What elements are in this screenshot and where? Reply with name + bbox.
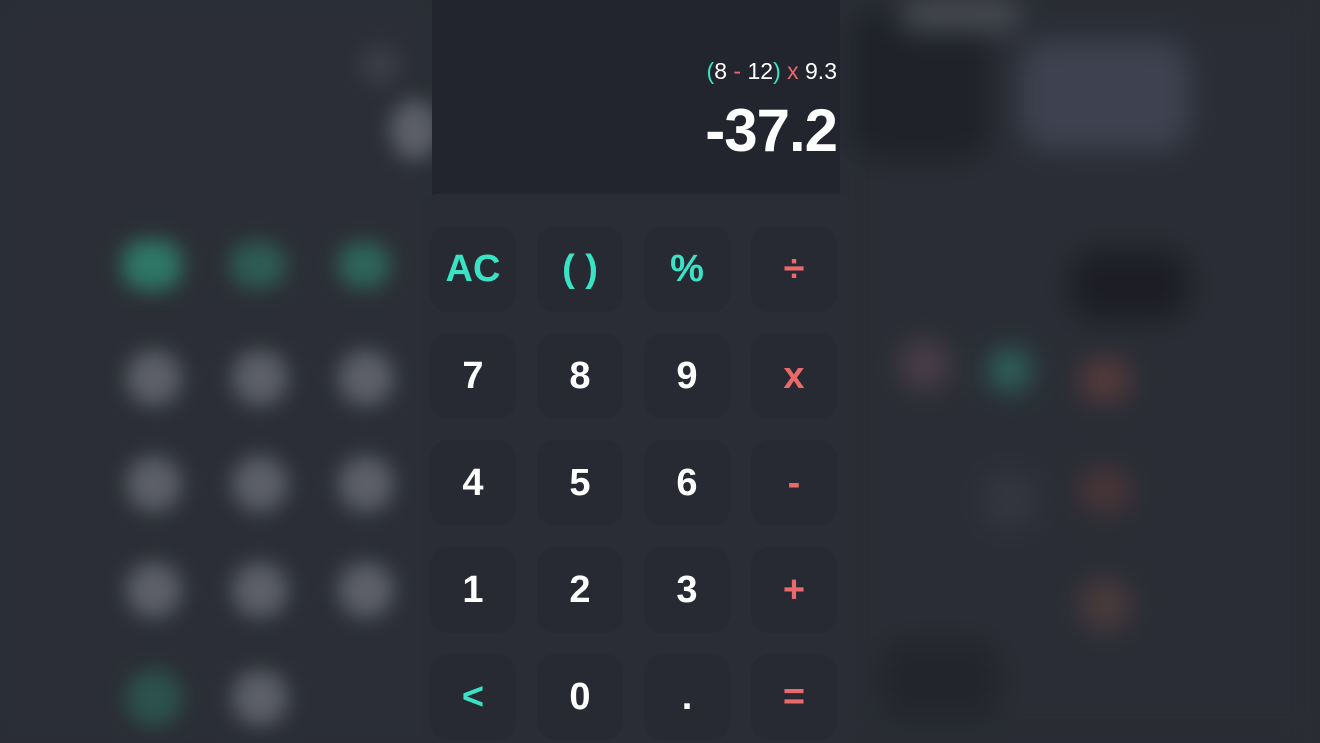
expression-token: 8 [714,58,734,84]
blurred-decoration [900,340,950,390]
blurred-decoration [232,562,288,618]
result-display: -37.2 [705,97,838,164]
calculator: (8 - 12) x 9.3 -37.2 AC ( ) % ÷ 7 8 9 x … [420,0,856,743]
blurred-decoration [1070,250,1190,320]
blurred-decoration [232,456,288,512]
expression-token: x [780,58,799,84]
expression-token: 12 [741,58,774,84]
blurred-decoration [122,240,182,290]
blurred-background-right [840,0,1320,743]
add-button[interactable]: + [751,547,837,633]
digit-9-button[interactable]: 9 [644,333,730,419]
blurred-decoration [126,670,182,726]
blurred-decoration [1080,360,1130,400]
blurred-decoration [126,562,182,618]
decimal-button[interactable]: . [644,654,730,740]
blurred-decoration [338,562,394,618]
digit-8-button[interactable]: 8 [537,333,623,419]
blurred-decoration [338,350,394,406]
expression-token: 9.3 [798,58,837,84]
blurred-decoration [1020,40,1190,150]
blurred-background-left [0,0,440,743]
blurred-decoration [232,350,288,406]
digit-6-button[interactable]: 6 [644,440,730,526]
parentheses-button[interactable]: ( ) [537,226,623,312]
blurred-decoration [880,640,1000,720]
blurred-decoration [230,242,286,288]
digit-2-button[interactable]: 2 [537,547,623,633]
display-panel: (8 - 12) x 9.3 -37.2 [432,0,840,192]
expression-token: - [733,58,742,84]
divide-button[interactable]: ÷ [751,226,837,312]
subtract-button[interactable]: - [751,440,837,526]
expression-display: (8 - 12) x 9.3 [707,58,837,85]
multiply-button[interactable]: x [751,333,837,419]
equals-button[interactable]: = [751,654,837,740]
expression-token: ) [773,58,781,84]
keypad: AC ( ) % ÷ 7 8 9 x 4 5 6 - 1 2 3 + < 0 .… [420,194,856,743]
digit-3-button[interactable]: 3 [644,547,730,633]
backspace-button[interactable]: < [430,654,516,740]
blurred-decoration [990,350,1030,390]
blurred-decoration [232,670,288,726]
digit-1-button[interactable]: 1 [430,547,516,633]
blurred-decoration [900,0,1020,30]
percent-button[interactable]: % [644,226,730,312]
digit-5-button[interactable]: 5 [537,440,623,526]
blurred-decoration [360,45,400,85]
blurred-decoration [980,470,1040,530]
blurred-decoration [1080,580,1130,630]
app-window: (8 - 12) x 9.3 -37.2 AC ( ) % ÷ 7 8 9 x … [0,0,1320,743]
clear-button[interactable]: AC [430,226,516,312]
blurred-decoration [126,350,182,406]
digit-7-button[interactable]: 7 [430,333,516,419]
blurred-decoration [1080,470,1130,510]
digit-4-button[interactable]: 4 [430,440,516,526]
blurred-decoration [126,456,182,512]
blurred-decoration [338,456,394,512]
digit-0-button[interactable]: 0 [537,654,623,740]
blurred-decoration [338,242,390,288]
blurred-decoration [850,10,990,160]
